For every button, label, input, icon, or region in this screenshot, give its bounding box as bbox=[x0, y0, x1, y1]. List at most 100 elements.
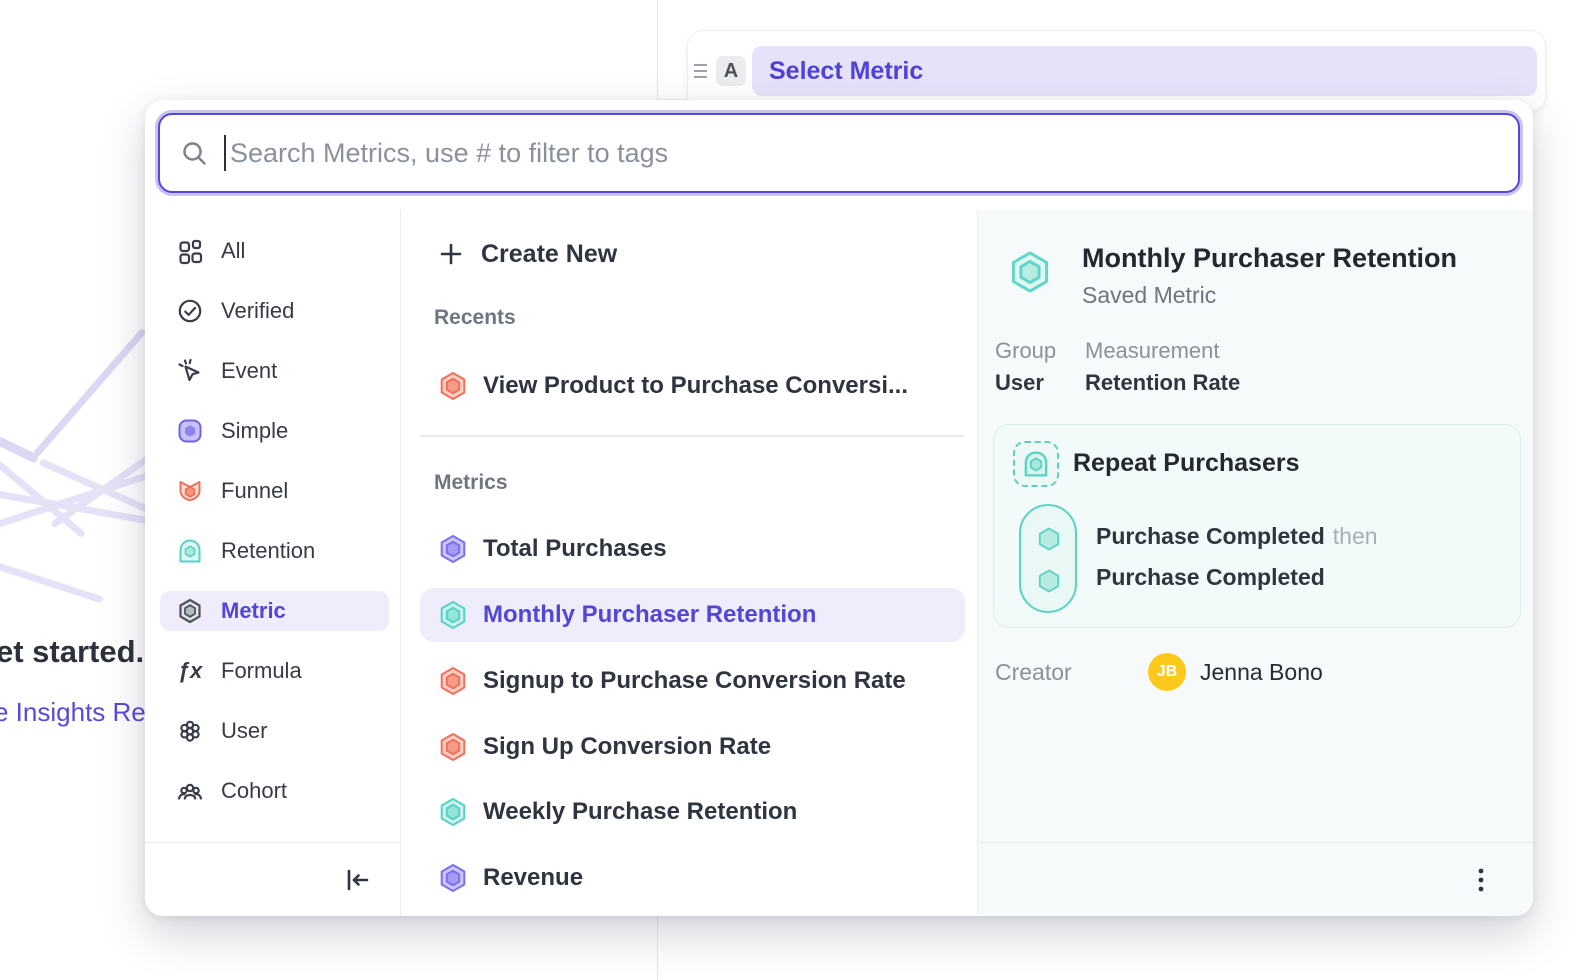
sidebar-item-label: Verified bbox=[221, 298, 294, 324]
list-item-label: View Product to Purchase Conversi... bbox=[483, 372, 908, 400]
kebab-menu-icon bbox=[1467, 866, 1495, 894]
sidebar-item-label: Metric bbox=[221, 598, 286, 624]
list-divider bbox=[420, 435, 964, 437]
sidebar-item-label: All bbox=[221, 238, 245, 264]
user-cluster-icon bbox=[176, 717, 204, 745]
avatar: JB bbox=[1148, 653, 1186, 691]
creator-name: Jenna Bono bbox=[1200, 659, 1323, 686]
funnel-metric-hexagon-icon bbox=[438, 732, 468, 762]
creator-label: Creator bbox=[995, 659, 1072, 686]
sidebar-item-label: Cohort bbox=[221, 778, 287, 804]
metric-letter-badge: A bbox=[716, 56, 746, 86]
list-item-label: Revenue bbox=[483, 864, 583, 892]
sidebar-item-formula[interactable]: ƒx Formula bbox=[160, 651, 389, 691]
metric-hexagon-icon bbox=[176, 597, 204, 625]
sidebar-item-metric[interactable]: Metric bbox=[160, 591, 389, 631]
search-icon bbox=[180, 139, 208, 167]
collapse-sidebar-button[interactable] bbox=[343, 865, 373, 895]
sidebar-item-label: Retention bbox=[221, 538, 315, 564]
more-options-button[interactable] bbox=[1467, 866, 1495, 894]
list-item-metric[interactable]: Signup to Purchase Conversion Rate bbox=[420, 654, 965, 708]
step-connector: then bbox=[1333, 523, 1378, 549]
search-placeholder: Search Metrics, use # to filter to tags bbox=[230, 138, 668, 169]
list-item-label: Sign Up Conversion Rate bbox=[483, 733, 771, 761]
measurement-value: Retention Rate bbox=[1085, 370, 1240, 396]
simple-hexagon-icon bbox=[176, 417, 204, 445]
category-sidebar: All Verified bbox=[145, 210, 401, 916]
sidebar-item-label: Funnel bbox=[221, 478, 288, 504]
metric-hexagon-icon bbox=[1008, 250, 1052, 294]
drag-handle-icon[interactable] bbox=[694, 64, 710, 78]
funnel-hexagon-icon bbox=[176, 477, 204, 505]
measurement-label: Measurement bbox=[1085, 338, 1220, 364]
group-value: User bbox=[995, 370, 1044, 396]
definition-title: Repeat Purchasers bbox=[1073, 449, 1300, 478]
sidebar-item-simple[interactable]: Simple bbox=[160, 411, 389, 451]
list-item-label: Signup to Purchase Conversion Rate bbox=[483, 667, 906, 695]
search-input[interactable]: Search Metrics, use # to filter to tags bbox=[158, 113, 1520, 193]
sidebar-item-label: Formula bbox=[221, 658, 302, 684]
list-item-metric[interactable]: Total Purchases bbox=[420, 522, 965, 576]
list-item-metric[interactable]: Sign Up Conversion Rate bbox=[420, 720, 965, 774]
step-event: Purchase Completed bbox=[1096, 564, 1325, 590]
plus-icon bbox=[438, 241, 464, 267]
sidebar-item-retention[interactable]: Retention bbox=[160, 531, 389, 571]
verified-badge-icon bbox=[176, 297, 204, 325]
sidebar-footer bbox=[145, 842, 400, 916]
cohort-people-icon bbox=[176, 777, 204, 805]
list-item-label: Total Purchases bbox=[483, 535, 667, 563]
collapse-icon bbox=[343, 865, 373, 895]
list-item-recent[interactable]: View Product to Purchase Conversi... bbox=[420, 359, 965, 413]
sidebar-item-label: Event bbox=[221, 358, 277, 384]
background-link-fragment[interactable]: e Insights Re bbox=[0, 697, 146, 728]
select-metric-button[interactable]: Select Metric bbox=[752, 46, 1537, 96]
sidebar-item-verified[interactable]: Verified bbox=[160, 291, 389, 331]
funnel-metric-hexagon-icon bbox=[438, 666, 468, 696]
metric-list-column: Create New Recents View Product to Purch… bbox=[401, 210, 978, 916]
definition-step-1: Purchase Completed then bbox=[1096, 523, 1378, 550]
retention-metric-hexagon-icon bbox=[438, 797, 468, 827]
retention-definition-icon bbox=[1013, 441, 1059, 487]
simple-metric-hexagon-icon bbox=[438, 863, 468, 893]
step-hexagon-icon bbox=[1035, 525, 1063, 553]
metric-detail-panel: Monthly Purchaser Retention Saved Metric… bbox=[978, 210, 1533, 916]
list-item-label: Weekly Purchase Retention bbox=[483, 798, 797, 826]
formula-fx-icon: ƒx bbox=[176, 657, 204, 685]
create-new-label: Create New bbox=[481, 240, 617, 269]
simple-metric-hexagon-icon bbox=[438, 534, 468, 564]
retention-steps-capsule bbox=[1019, 504, 1077, 613]
list-item-label: Monthly Purchaser Retention bbox=[483, 601, 816, 629]
sidebar-item-funnel[interactable]: Funnel bbox=[160, 471, 389, 511]
grid-icon bbox=[176, 237, 204, 265]
step-event: Purchase Completed bbox=[1096, 523, 1325, 549]
list-item-metric[interactable]: Revenue bbox=[420, 851, 965, 905]
funnel-metric-hexagon-icon bbox=[438, 371, 468, 401]
sidebar-item-user[interactable]: User bbox=[160, 711, 389, 751]
sidebar-item-cohort[interactable]: Cohort bbox=[160, 771, 389, 811]
list-item-metric-selected[interactable]: Monthly Purchaser Retention bbox=[420, 588, 965, 642]
detail-title: Monthly Purchaser Retention bbox=[1082, 243, 1457, 274]
create-new-button[interactable]: Create New bbox=[420, 226, 617, 282]
metric-definition-card: Repeat Purchasers Purchase Completed then bbox=[993, 424, 1521, 628]
sidebar-item-all[interactable]: All bbox=[160, 231, 389, 271]
recents-section-label: Recents bbox=[434, 306, 516, 330]
screen: et started. e Insights Re A Select Metri… bbox=[0, 0, 1576, 980]
sidebar-item-label: User bbox=[221, 718, 267, 744]
list-item-metric[interactable]: Weekly Purchase Retention bbox=[420, 785, 965, 839]
background-heading-fragment: et started. bbox=[0, 634, 144, 670]
retention-arch-icon bbox=[176, 537, 204, 565]
step-hexagon-icon bbox=[1035, 567, 1063, 595]
detail-footer bbox=[978, 842, 1533, 916]
metrics-section-label: Metrics bbox=[434, 471, 508, 495]
search-focus-ring: Search Metrics, use # to filter to tags bbox=[155, 110, 1523, 196]
sidebar-item-label: Simple bbox=[221, 418, 288, 444]
select-metric-label: Select Metric bbox=[769, 57, 923, 86]
sidebar-item-event[interactable]: Event bbox=[160, 351, 389, 391]
group-label: Group bbox=[995, 338, 1056, 364]
detail-subtitle: Saved Metric bbox=[1082, 282, 1216, 309]
definition-step-2: Purchase Completed bbox=[1096, 564, 1325, 591]
metric-picker-modal: Search Metrics, use # to filter to tags bbox=[145, 100, 1533, 916]
retention-metric-hexagon-icon bbox=[438, 600, 468, 630]
cursor-sparkle-icon bbox=[176, 357, 204, 385]
text-cursor bbox=[224, 135, 226, 171]
